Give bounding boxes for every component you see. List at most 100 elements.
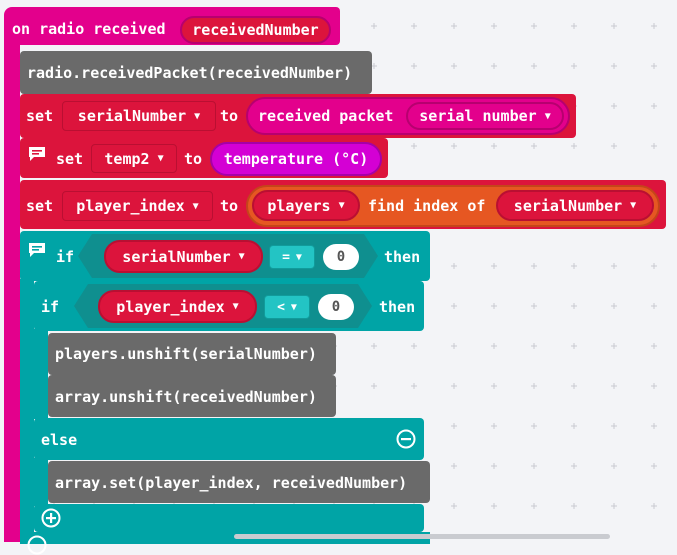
grid-marker [531,463,537,469]
grid-marker [491,463,497,469]
var-name: players [267,196,331,215]
grid-marker [531,343,537,349]
else-section [34,418,424,460]
caret-down-icon: ▼ [232,301,239,312]
operator-value: = [282,249,290,265]
grid-marker [491,263,497,269]
then-label: then [379,298,416,316]
grid-marker [651,63,657,69]
grid-marker [571,463,577,469]
event-label: on radio received [12,20,166,38]
grid-marker [611,343,617,349]
grid-marker [491,343,497,349]
grid-marker [571,263,577,269]
grid-marker [451,383,457,389]
temperature-block[interactable]: temperature (°C) [210,142,382,176]
grid-marker [451,63,457,69]
grid-marker [531,503,537,509]
grid-marker [531,303,537,309]
grid-marker [611,423,617,429]
inner-if-footer [34,504,424,532]
grid-marker [451,23,457,29]
grid-marker [611,23,617,29]
if-label: if [56,248,75,266]
grid-marker [651,303,657,309]
serial-number-var-reporter[interactable]: serialNumber ▼ [496,190,654,221]
received-number-param[interactable]: receivedNumber [180,16,331,44]
comment-icon[interactable] [28,146,46,162]
array-unshift-code: array.unshift(receivedNumber) [55,388,317,406]
find-index-label: find index of [368,197,486,215]
horizontal-scrollbar[interactable] [234,534,610,539]
grid-marker [411,343,417,349]
temp2-var-dropdown[interactable]: temp2 ▼ [91,144,177,173]
to-label: to [220,197,239,215]
players-var-reporter[interactable]: players ▼ [252,190,360,221]
caret-down-icon: ▼ [290,301,297,313]
grid-marker [451,263,457,269]
grid-marker [491,303,497,309]
grid-marker [611,463,617,469]
grid-marker [411,383,417,389]
grid-marker [451,503,457,509]
caret-down-icon: ▼ [338,200,345,211]
grid-marker [651,263,657,269]
grid-marker [571,423,577,429]
grid-marker [651,423,657,429]
grid-marker [571,303,577,309]
grid-marker [611,303,617,309]
caret-down-icon: ▼ [194,110,201,122]
grid-marker [451,463,457,469]
to-label: to [184,150,203,168]
operator-dropdown[interactable]: = ▼ [269,245,315,269]
caret-down-icon: ▼ [544,110,551,122]
grid-marker [531,143,537,149]
number-input[interactable]: 0 [318,294,354,320]
grid-marker [651,383,657,389]
radio-received-packet-code: radio.receivedPacket(receivedNumber) [27,64,353,82]
else-rail [34,458,48,506]
caret-down-icon: ▼ [157,153,164,164]
player-index-var-dropdown[interactable]: player_index ▼ [62,191,213,221]
plus-circle-icon[interactable] [27,535,47,555]
var-name: player_index [116,297,225,316]
serial-number-var-reporter[interactable]: serialNumber ▼ [104,240,263,273]
caret-down-icon: ▼ [238,251,245,262]
var-name: player_index [76,197,185,215]
grid-marker [491,503,497,509]
minus-circle-icon[interactable] [396,429,416,449]
grid-marker [571,63,577,69]
grid-marker [491,63,497,69]
grid-marker [411,23,417,29]
caret-down-icon: ▼ [192,200,199,212]
grid-marker [491,23,497,29]
grid-marker [491,383,497,389]
outer-if-rail [20,279,34,542]
number-input[interactable]: 0 [323,244,359,270]
player-index-var-reporter[interactable]: player_index ▼ [98,290,257,323]
grid-marker [531,383,537,389]
grid-marker [411,143,417,149]
grid-marker [451,303,457,309]
grid-marker [531,23,537,29]
inner-if-rail [34,329,48,419]
event-body-rail [4,40,20,542]
var-name: serialNumber [122,247,231,266]
serial-number-var-dropdown[interactable]: serialNumber ▼ [62,101,216,131]
players-unshift-code: players.unshift(serialNumber) [55,345,317,363]
set-label: set [26,197,54,215]
packet-property-dropdown[interactable]: serial number ▼ [406,102,564,130]
comment-icon[interactable] [28,242,46,258]
operator-dropdown[interactable]: < ▼ [264,295,310,319]
then-label: then [384,248,421,266]
grid-marker [531,263,537,269]
grid-marker [531,63,537,69]
set-label: set [26,107,54,125]
plus-circle-icon[interactable] [41,508,61,528]
caret-down-icon: ▼ [295,251,302,263]
operator-value: < [277,299,285,315]
caret-down-icon: ▼ [630,200,637,211]
grid-marker [571,343,577,349]
grid-marker [651,23,657,29]
grid-marker [611,503,617,509]
